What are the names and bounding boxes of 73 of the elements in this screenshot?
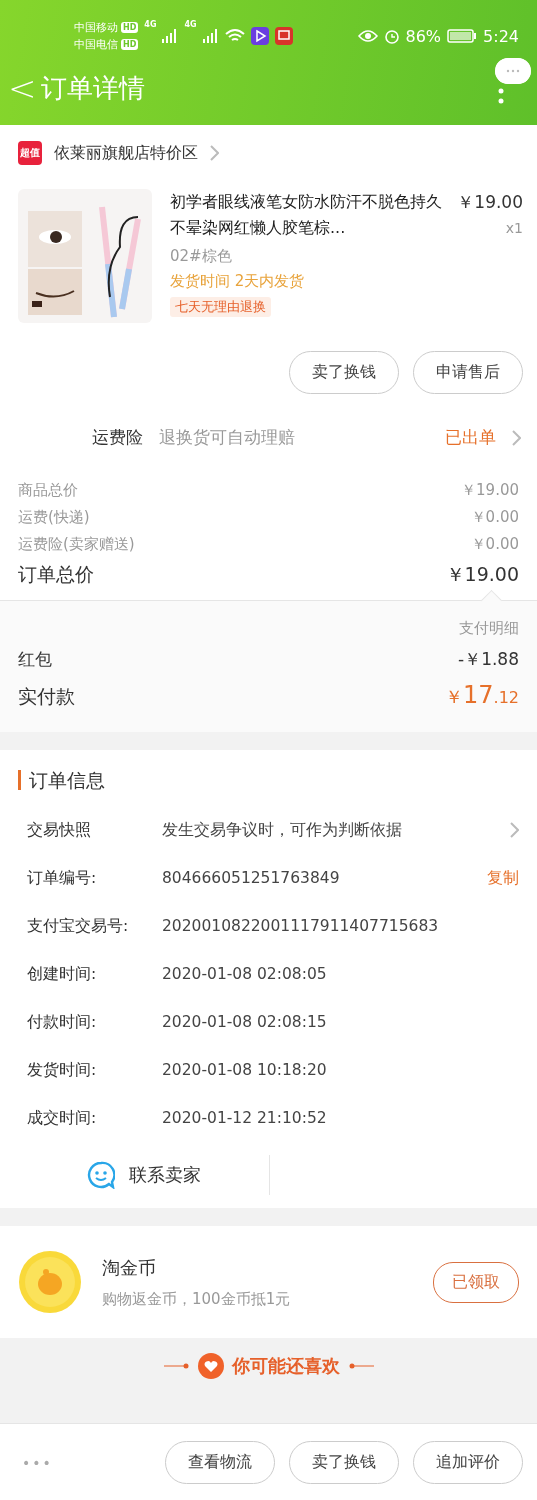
price-value: ￥0.00	[470, 535, 519, 554]
price-label: 订单总价	[18, 562, 94, 587]
coin-title: 淘金币	[102, 1255, 157, 1280]
store-badge: 超值	[18, 141, 42, 165]
chevron-icon	[510, 822, 519, 838]
battery-level: 86%	[405, 26, 442, 46]
chat-icon	[86, 1161, 115, 1189]
info-value: 2020-01-08 10:18:20	[162, 1061, 328, 1079]
app-icon	[250, 27, 269, 45]
payment-label: 红包	[18, 648, 52, 671]
more-icon[interactable]	[495, 58, 531, 84]
price-label: 运费险(卖家赠送)	[18, 535, 135, 554]
product-variant: 02#棕色	[170, 247, 233, 266]
price-label: 商品总价	[18, 481, 78, 500]
divider-ornament-icon	[163, 1363, 190, 1369]
info-value: 发生交易争议时，可作为判断依据	[162, 819, 403, 841]
info-label: 订单编号:	[27, 867, 98, 889]
product-price: ￥19.00	[457, 191, 523, 214]
wifi-icon	[224, 28, 245, 44]
paid-amount: ￥17.12	[445, 681, 519, 709]
alarm-icon	[383, 28, 400, 44]
price-label: 运费(快递)	[18, 508, 90, 527]
section-title: 订单信息	[18, 770, 519, 790]
network-type: 4G	[144, 20, 157, 29]
info-value: 2020010822001117911407715683	[162, 917, 440, 935]
price-value: ￥19.00	[445, 562, 519, 587]
menu-icon[interactable]	[498, 88, 504, 104]
contact-seller-button[interactable]: 联系卖家	[18, 1155, 270, 1195]
action-button[interactable]: 卖了换钱	[289, 351, 399, 394]
carrier-name: 中国电信	[74, 37, 118, 53]
network-type: 4G	[184, 20, 197, 29]
eye-icon	[357, 29, 378, 43]
clock-time: 5:24	[483, 26, 519, 46]
signal-icon	[202, 29, 219, 43]
info-value: 2020-01-08 02:08:05	[162, 965, 328, 983]
chevron-icon	[210, 145, 219, 161]
info-label: 发货时间:	[27, 1059, 98, 1081]
payment-details-title: 支付明细	[458, 619, 519, 638]
insurance-label: 运费险	[92, 426, 143, 449]
return-policy-tag: 七天无理由退换	[170, 297, 271, 317]
carrier-name: 中国移动	[74, 20, 118, 36]
info-label: 支付宝交易号:	[27, 915, 130, 937]
action-button[interactable]: 申请售后	[413, 351, 523, 394]
store-name[interactable]: 依莱丽旗舰店特价区	[54, 142, 198, 164]
coin-icon	[18, 1250, 82, 1314]
insurance-description: 退换货可自动理赔	[159, 426, 296, 449]
info-label: 创建时间:	[27, 963, 98, 985]
info-label: 付款时间:	[27, 1011, 98, 1033]
app-icon	[274, 27, 293, 45]
payment-value: -￥1.88	[458, 648, 519, 671]
action-button[interactable]: 追加评价	[413, 1441, 523, 1484]
chevron-icon	[512, 429, 521, 446]
action-button[interactable]: 查看物流	[165, 1441, 275, 1484]
shipping-time: 发货时间 2天内发货	[170, 272, 306, 291]
signal-icon	[162, 29, 179, 43]
info-label: 交易快照	[27, 819, 92, 841]
info-value: 2020-01-12 21:10:52	[162, 1109, 328, 1127]
recommend-title: 你可能还喜欢	[231, 1354, 340, 1378]
paid-label: 实付款	[18, 684, 75, 709]
coin-description: 购物返金币，100金币抵1元	[102, 1289, 292, 1309]
action-button[interactable]: 卖了换钱	[289, 1441, 399, 1484]
price-value: ￥0.00	[470, 508, 519, 527]
divider-ornament-icon	[347, 1363, 374, 1369]
info-label: 成交时间:	[27, 1107, 98, 1129]
product-title[interactable]: 初学者眼线液笔女防水防汗不脱色持久不晕染网红懒人胶笔棕...	[170, 189, 450, 241]
price-value: ￥19.00	[461, 481, 519, 500]
info-value: 2020-01-08 02:08:15	[162, 1013, 328, 1031]
hd-badge: HD	[121, 39, 139, 50]
product-quantity: x1	[505, 219, 523, 238]
battery-icon	[447, 29, 478, 43]
page-title: 订单详情	[40, 71, 145, 105]
hd-badge: HD	[121, 22, 139, 33]
info-value: 804666051251763849	[162, 869, 341, 887]
